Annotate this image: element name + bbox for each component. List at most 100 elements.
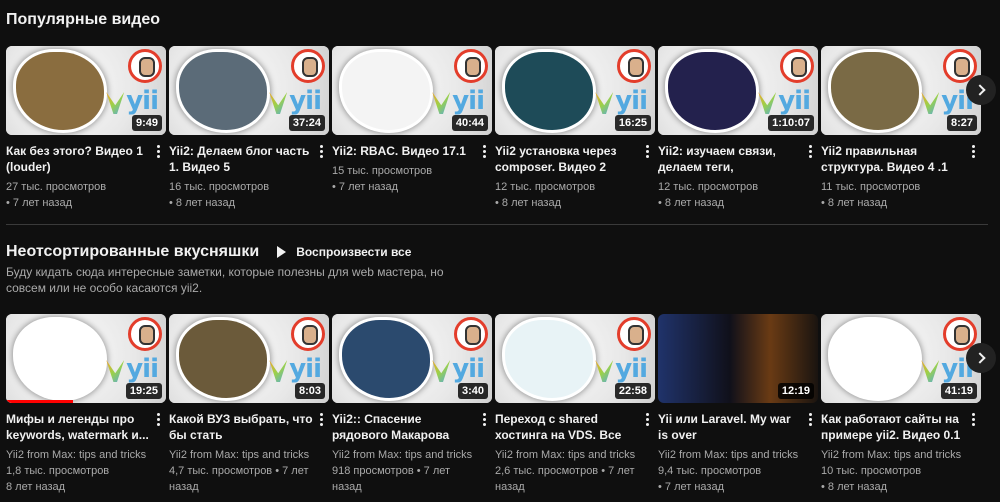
upload-age: • 7 лет назад [332, 181, 398, 193]
playlist-description: Буду кидать сюда интересные заметки, кот… [6, 265, 444, 295]
video-card[interactable]: yii 9:49 Как без этого? Видео 1 (louder) … [6, 46, 166, 211]
video-card[interactable]: 12:19 Yii или Laravel. My war is over Yi… [658, 314, 818, 495]
video-card[interactable]: yii 16:25 Yii2 установка через composer. … [495, 46, 655, 211]
view-count: 27 тыс. просмотров [6, 181, 107, 193]
video-title[interactable]: Yii или Laravel. My war is over [658, 411, 802, 443]
video-thumbnail[interactable]: yii 22:58 [495, 314, 655, 403]
more-vert-icon[interactable] [152, 143, 164, 159]
section-title: Неотсортированные вкусняшки [6, 243, 260, 260]
video-row: yii 9:49 Как без этого? Видео 1 (louder) … [6, 46, 981, 211]
video-title[interactable]: Yii2: Делаем блог часть 1. Видео 5 [169, 143, 313, 175]
video-title[interactable]: Какой ВУЗ выбрать, что бы стать программ… [169, 411, 313, 443]
duration-badge: 41:19 [940, 383, 977, 399]
video-thumbnail[interactable]: yii 37:24 [169, 46, 329, 135]
more-vert-icon[interactable] [315, 143, 327, 159]
video-card[interactable]: yii 37:24 Yii2: Делаем блог часть 1. Виде… [169, 46, 329, 211]
section-title: Популярные видео [6, 11, 161, 28]
view-count: 10 тыс. просмотров [821, 465, 922, 477]
video-row: yii 19:25 Мифы и легенды про keywords, wa… [6, 314, 981, 495]
video-thumbnail[interactable]: yii 8:27 [821, 46, 981, 135]
duration-badge: 3:40 [457, 383, 488, 399]
view-count: 2,6 тыс. просмотров [495, 465, 599, 477]
upload-age: • 8 лет назад [821, 197, 887, 209]
more-vert-icon[interactable] [478, 143, 490, 159]
video-card[interactable]: yii 3:40 Yii2:: Спасение рядового Макаров… [332, 314, 492, 495]
video-thumbnail[interactable]: yii 40:44 [332, 46, 492, 135]
channel-name[interactable]: Yii2 from Max: tips and tricks [6, 447, 150, 463]
section-divider [6, 224, 988, 225]
view-count: 1,8 тыс. просмотров [6, 465, 110, 477]
video-card[interactable]: yii 8:03 Какой ВУЗ выбрать, что бы стать … [169, 314, 329, 495]
channel-logo-icon [617, 317, 651, 351]
more-vert-icon[interactable] [641, 143, 653, 159]
channel-name[interactable]: Yii2 from Max: tips and tricks [169, 447, 313, 463]
video-thumbnail[interactable]: yii 9:49 [6, 46, 166, 135]
channel-name[interactable]: Yii2 from Max: tips and tricks [332, 447, 476, 463]
video-card[interactable]: yii 19:25 Мифы и легенды про keywords, wa… [6, 314, 166, 495]
duration-badge: 16:25 [614, 115, 651, 131]
video-card[interactable]: yii 40:44 Yii2: RBAC. Видео 17.1 15 тыс. … [332, 46, 492, 211]
more-vert-icon[interactable] [641, 411, 653, 427]
video-card[interactable]: yii 22:58 Переход с shared хостинга на VD… [495, 314, 655, 495]
video-thumbnail[interactable]: yii 1:10:07 [658, 46, 818, 135]
duration-badge: 1:10:07 [768, 115, 814, 131]
duration-badge: 9:49 [131, 115, 162, 131]
yii-logo-icon: yii [126, 86, 159, 116]
duration-badge: 8:03 [294, 383, 325, 399]
video-title[interactable]: Yii2: изучаем связи, делаем теги, исполь… [658, 143, 802, 175]
view-count: 16 тыс. просмотров [169, 181, 270, 193]
yii-logo-icon: yii [615, 354, 648, 384]
play-all-label: Воспроизвести все [296, 245, 412, 259]
video-thumbnail[interactable]: yii 41:19 [821, 314, 981, 403]
channel-logo-icon [780, 49, 814, 83]
upload-age: • 8 лет назад [658, 197, 724, 209]
duration-badge: 40:44 [451, 115, 488, 131]
view-count: 4,7 тыс. просмотров [169, 465, 273, 477]
more-vert-icon[interactable] [804, 143, 816, 159]
more-vert-icon[interactable] [967, 411, 979, 427]
video-card[interactable]: yii 1:10:07 Yii2: изучаем связи, делаем т… [658, 46, 818, 211]
channel-logo-icon [454, 49, 488, 83]
watch-progress-bar [6, 400, 74, 403]
channel-logo-icon [454, 317, 488, 351]
chevron-right-icon [973, 352, 986, 364]
yii-logo-icon: yii [289, 354, 322, 384]
more-vert-icon[interactable] [967, 143, 979, 159]
view-count: 11 тыс. просмотров [821, 181, 921, 193]
video-title[interactable]: Yii2 установка через composer. Видео 2 [495, 143, 639, 175]
upload-age: • 7 лет назад [6, 197, 72, 209]
video-title[interactable]: Мифы и легенды про keywords, watermark и… [6, 411, 150, 443]
more-vert-icon[interactable] [478, 411, 490, 427]
duration-badge: 8:27 [946, 115, 977, 131]
more-vert-icon[interactable] [152, 411, 164, 427]
video-title[interactable]: Как работают сайты на примере yii2. Виде… [821, 411, 965, 443]
channel-logo-icon [291, 317, 325, 351]
more-vert-icon[interactable] [315, 411, 327, 427]
view-count: 12 тыс. просмотров [658, 181, 759, 193]
next-button[interactable] [966, 75, 996, 105]
video-thumbnail[interactable]: yii 3:40 [332, 314, 492, 403]
upload-age: • 8 лет назад [821, 481, 887, 493]
channel-logo-icon [128, 49, 162, 83]
video-thumbnail[interactable]: yii 8:03 [169, 314, 329, 403]
video-thumbnail[interactable]: yii 19:25 [6, 314, 166, 403]
duration-badge: 37:24 [288, 115, 325, 131]
play-all-button[interactable]: Воспроизвести все [277, 245, 411, 259]
video-title[interactable]: Как без этого? Видео 1 (louder) [6, 143, 150, 175]
video-thumbnail[interactable]: yii 16:25 [495, 46, 655, 135]
video-title[interactable]: Yii2:: Спасение рядового Макарова [332, 411, 476, 443]
next-button[interactable] [966, 343, 996, 373]
channel-name[interactable]: Yii2 from Max: tips and tricks [821, 447, 965, 463]
video-title[interactable]: Yii2 правильная структура. Видео 4 .1 [821, 143, 965, 175]
video-title[interactable]: Переход с shared хостинга на VDS. Все пр… [495, 411, 639, 443]
video-card[interactable]: yii 8:27 Yii2 правильная структура. Видео… [821, 46, 981, 211]
video-thumbnail[interactable]: 12:19 [658, 314, 818, 403]
view-count-age: 4,7 тыс. просмотров • 7 лет назад [169, 463, 313, 495]
video-card[interactable]: yii 41:19 Как работают сайты на примере y… [821, 314, 981, 495]
video-title[interactable]: Yii2: RBAC. Видео 17.1 [332, 143, 476, 159]
channel-name[interactable]: Yii2 from Max: tips and tricks [658, 447, 802, 463]
channel-name[interactable]: Yii2 from Max: tips and tricks [495, 447, 639, 463]
yii-logo-icon: yii [778, 86, 811, 116]
more-vert-icon[interactable] [804, 411, 816, 427]
channel-logo-icon [128, 317, 162, 351]
